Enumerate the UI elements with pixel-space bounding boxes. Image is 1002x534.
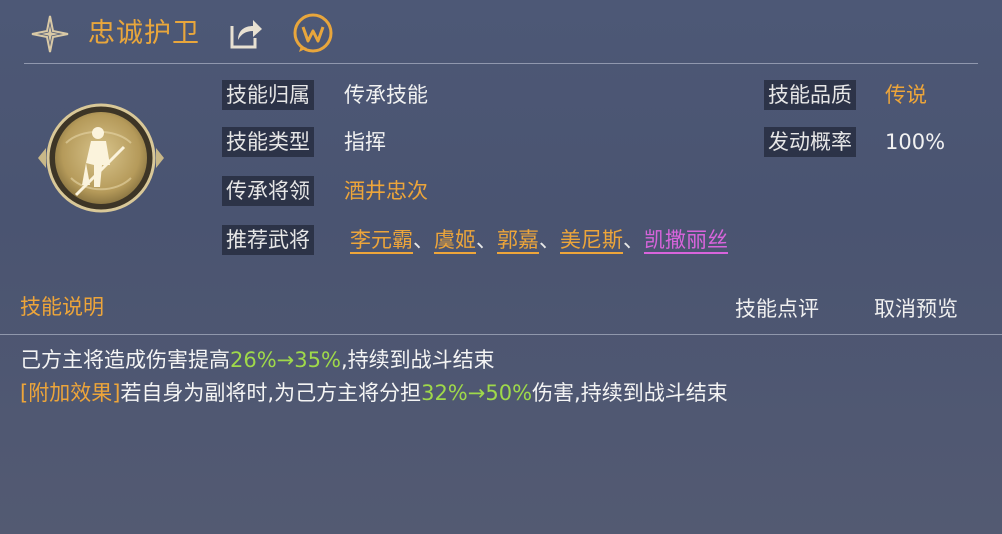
recommend-hero-link[interactable]: 李元霸 bbox=[350, 228, 413, 252]
desc-text: 若自身为副将时,为己方主将分担 bbox=[120, 381, 422, 405]
section-divider bbox=[0, 334, 1002, 335]
type-label: 技能类型 bbox=[222, 127, 314, 157]
skill-title: 忠诚护卫 bbox=[88, 18, 200, 49]
desc-value: 32%→50% bbox=[421, 381, 533, 405]
separator: 、 bbox=[476, 228, 497, 252]
share-icon[interactable] bbox=[228, 16, 264, 50]
separator: 、 bbox=[413, 228, 434, 252]
star-icon bbox=[30, 14, 70, 54]
cancel-preview-button[interactable]: 取消预览 bbox=[874, 294, 958, 324]
chance-value: 100% bbox=[885, 130, 946, 154]
recommend-list: 李元霸、虞姬、郭嘉、美尼斯、凯撒丽丝 bbox=[350, 225, 728, 255]
desc-value: 26%→35% bbox=[230, 348, 341, 372]
review-button[interactable]: 技能点评 bbox=[735, 294, 819, 324]
separator: 、 bbox=[539, 228, 560, 252]
description-line-2: [附加效果]若自身为副将时,为己方主将分担32%→50%伤害,持续到战斗结束 bbox=[20, 377, 728, 409]
recommend-label: 推荐武将 bbox=[222, 225, 314, 255]
desc-text: ,持续到战斗结束 bbox=[340, 348, 495, 372]
description-line-1: 己方主将造成伤害提高26%→35%,持续到战斗结束 bbox=[20, 344, 495, 376]
desc-text: 己方主将造成伤害提高 bbox=[20, 348, 230, 372]
type-value: 指挥 bbox=[344, 130, 386, 154]
belong-value: 传承技能 bbox=[344, 83, 428, 107]
desc-text: 伤害,持续到战斗结束 bbox=[532, 381, 728, 405]
separator: 、 bbox=[623, 228, 644, 252]
quality-value: 传说 bbox=[885, 83, 927, 107]
recommend-hero-link[interactable]: 郭嘉 bbox=[497, 228, 539, 252]
general-value: 酒井忠次 bbox=[344, 179, 428, 203]
section-title: 技能说明 bbox=[20, 295, 104, 319]
effect-tag: [附加效果] bbox=[20, 381, 121, 405]
chance-label: 发动概率 bbox=[764, 127, 856, 157]
recommend-hero-link[interactable]: 凯撒丽丝 bbox=[644, 228, 728, 252]
recommend-hero-link[interactable]: 美尼斯 bbox=[560, 228, 623, 252]
belong-label: 技能归属 bbox=[222, 80, 314, 110]
header-divider bbox=[24, 63, 978, 64]
chat-icon[interactable] bbox=[292, 12, 334, 54]
recommend-hero-link[interactable]: 虞姬 bbox=[434, 228, 476, 252]
quality-label: 技能品质 bbox=[764, 80, 856, 110]
skill-portrait-icon bbox=[36, 103, 166, 213]
general-label: 传承将领 bbox=[222, 176, 314, 206]
